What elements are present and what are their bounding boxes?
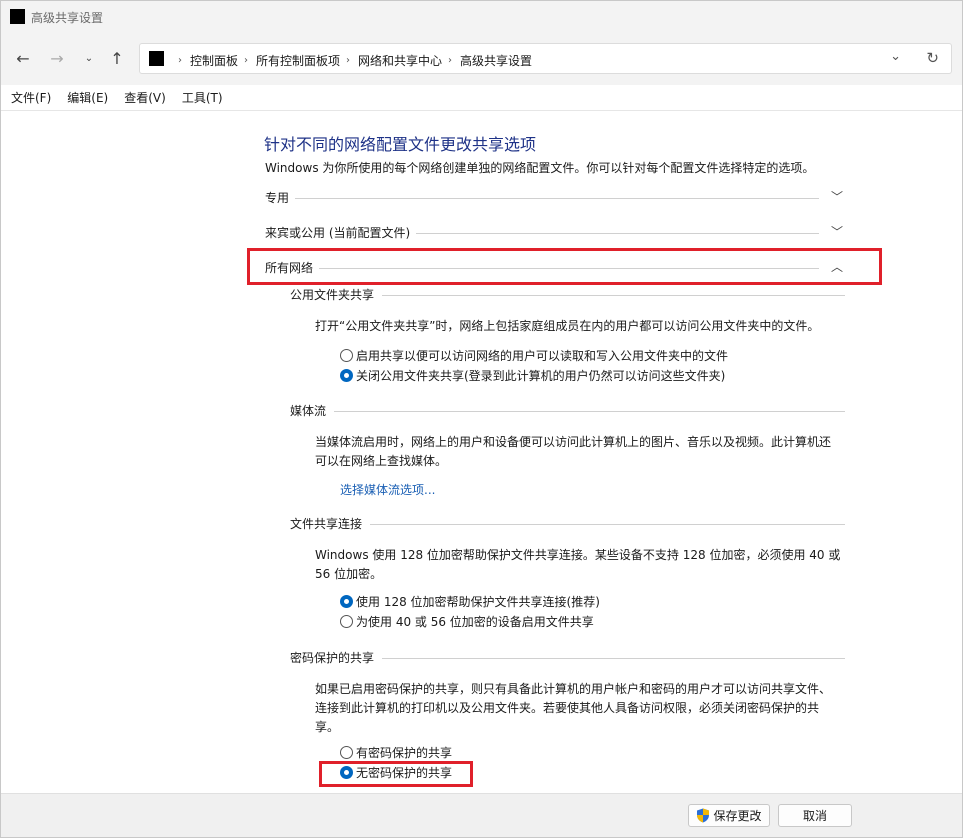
cancel-button[interactable]: 取消: [778, 804, 852, 827]
window: 高级共享设置 ← → ⌄ ↑ › 控制面板 › 所有控制面板项 › 网络和共享中…: [0, 0, 963, 838]
menu-bar: 文件(F) 编辑(E) 查看(V) 工具(T): [1, 85, 962, 111]
arrow-left-icon[interactable]: ←: [11, 47, 35, 71]
main-content: 针对不同的网络配置文件更改共享选项 Windows 为你所使用的每个网络创建单独…: [1, 111, 962, 793]
menu-file[interactable]: 文件(F): [11, 89, 51, 106]
radio-option[interactable]: 关闭公用文件夹共享(登录到此计算机的用户仍然可以访问这些文件夹): [340, 367, 725, 384]
radio-option[interactable]: 使用 128 位加密帮助保护文件共享连接(推荐): [340, 593, 600, 610]
cancel-button-label: 取消: [802, 809, 827, 823]
chevron-right-icon: ›: [346, 55, 351, 66]
section-description: Windows 使用 128 位加密帮助保护文件共享连接。某些设备不支持 128…: [315, 546, 845, 584]
description-line: 56 位加密。: [315, 567, 383, 581]
section-title: 公用文件夹共享: [290, 286, 383, 303]
radio-button[interactable]: [340, 369, 353, 382]
radio-option[interactable]: 启用共享以便可以访问网络的用户可以读取和写入公用文件夹中的文件: [340, 347, 728, 364]
radio-option[interactable]: 为使用 40 或 56 位加密的设备启用文件共享: [340, 613, 594, 630]
radio-button[interactable]: [340, 746, 353, 759]
section-title: 媒体流: [290, 402, 335, 419]
section-title: 文件共享连接: [290, 515, 371, 532]
window-title: 高级共享设置: [31, 11, 104, 25]
breadcrumb-item[interactable]: 所有控制面板项: [256, 52, 340, 69]
chevron-down-icon[interactable]: ﹀: [831, 223, 843, 240]
chevron-right-icon: ›: [244, 55, 249, 66]
profile-guest-public[interactable]: 来宾或公用 (当前配置文件) ﹀: [265, 224, 845, 244]
radio-button[interactable]: [340, 349, 353, 362]
profile-private[interactable]: 专用 ﹀: [265, 189, 845, 209]
control-panel-icon: [149, 51, 164, 66]
description-line: Windows 使用 128 位加密帮助保护文件共享连接。某些设备不支持 128…: [315, 548, 841, 562]
radio-label[interactable]: 使用 128 位加密帮助保护文件共享连接(推荐): [356, 593, 600, 610]
menu-tools[interactable]: 工具(T): [182, 89, 223, 106]
address-bar[interactable]: › 控制面板 › 所有控制面板项 › 网络和共享中心 › 高级共享设置 ⌄ ↻: [139, 43, 952, 74]
app-icon: [10, 9, 25, 24]
radio-label[interactable]: 关闭公用文件夹共享(登录到此计算机的用户仍然可以访问这些文件夹): [356, 367, 725, 384]
menu-view[interactable]: 查看(V): [124, 89, 166, 106]
section-public-folder: 公用文件夹共享: [290, 286, 845, 306]
save-changes-button[interactable]: 保存更改: [688, 804, 770, 827]
radio-button[interactable]: [340, 595, 353, 608]
breadcrumb-item[interactable]: 控制面板: [190, 52, 238, 69]
breadcrumb-item[interactable]: 网络和共享中心: [358, 52, 442, 69]
radio-label[interactable]: 启用共享以便可以访问网络的用户可以读取和写入公用文件夹中的文件: [356, 347, 728, 364]
arrow-up-icon[interactable]: ↑: [105, 47, 129, 71]
section-title: 密码保护的共享: [290, 649, 383, 666]
media-streaming-options-link[interactable]: 选择媒体流选项...: [340, 481, 435, 498]
address-dropdown-icon[interactable]: ⌄: [890, 49, 901, 64]
arrow-right-icon[interactable]: →: [45, 47, 69, 71]
section-description: 打开“公用文件夹共享”时，网络上包括家庭组成员在内的用户都可以访问公用文件夹中的…: [315, 319, 820, 333]
section-description: 当媒体流启用时，网络上的用户和设备便可以访问此计算机上的图片、音乐以及视频。此计…: [315, 433, 845, 471]
radio-option[interactable]: 有密码保护的共享: [340, 744, 452, 761]
chevron-down-icon[interactable]: ﹀: [831, 188, 843, 205]
section-description: 如果已启用密码保护的共享，则只有具备此计算机的用户帐户和密码的用户才可以访问共享…: [315, 680, 845, 737]
footer-bar: 保存更改 取消: [1, 793, 962, 837]
navigation-bar: ← → ⌄ ↑ › 控制面板 › 所有控制面板项 › 网络和共享中心 › 高级共…: [1, 33, 962, 85]
description-line: 连接到此计算机的打印机以及公用文件夹。若要使其他人具备访问权限，必须关闭密码保护…: [315, 701, 820, 715]
profile-label: 来宾或公用 (当前配置文件): [265, 224, 417, 241]
radio-label[interactable]: 为使用 40 或 56 位加密的设备启用文件共享: [356, 613, 594, 630]
description-line: 可以在网络上查找媒体。: [315, 454, 448, 468]
chevron-down-icon[interactable]: ⌄: [77, 47, 101, 71]
refresh-icon[interactable]: ↻: [926, 49, 939, 67]
page-title: 针对不同的网络配置文件更改共享选项: [264, 135, 537, 154]
divider: [290, 411, 845, 412]
profile-label: 专用: [265, 189, 296, 206]
chevron-right-icon: ›: [448, 55, 453, 66]
save-button-label: 保存更改: [713, 809, 762, 823]
breadcrumb-item[interactable]: 高级共享设置: [460, 52, 532, 69]
description-line: 当媒体流启用时，网络上的用户和设备便可以访问此计算机上的图片、音乐以及视频。此计…: [315, 435, 832, 449]
section-password-sharing: 密码保护的共享: [290, 649, 845, 669]
breadcrumb: › 控制面板 › 所有控制面板项 › 网络和共享中心 › 高级共享设置: [172, 52, 532, 69]
divider: [290, 524, 845, 525]
uac-shield-icon: [697, 808, 710, 823]
section-file-sharing: 文件共享连接: [290, 515, 845, 535]
radio-button[interactable]: [340, 615, 353, 628]
divider: [265, 198, 819, 199]
highlight-box: [247, 248, 882, 285]
description-line: 如果已启用密码保护的共享，则只有具备此计算机的用户帐户和密码的用户才可以访问共享…: [315, 682, 832, 696]
profile-label: 所有网络: [265, 259, 320, 276]
menu-edit[interactable]: 编辑(E): [67, 89, 108, 106]
chevron-right-icon: ›: [178, 55, 182, 66]
section-media-streaming: 媒体流: [290, 402, 845, 422]
description-line: 享。: [315, 720, 340, 734]
title-bar: 高级共享设置: [1, 1, 962, 33]
radio-label[interactable]: 有密码保护的共享: [356, 744, 452, 761]
page-subtitle: Windows 为你所使用的每个网络创建单独的网络配置文件。你可以针对每个配置文…: [265, 161, 815, 175]
highlight-box: [319, 761, 473, 787]
